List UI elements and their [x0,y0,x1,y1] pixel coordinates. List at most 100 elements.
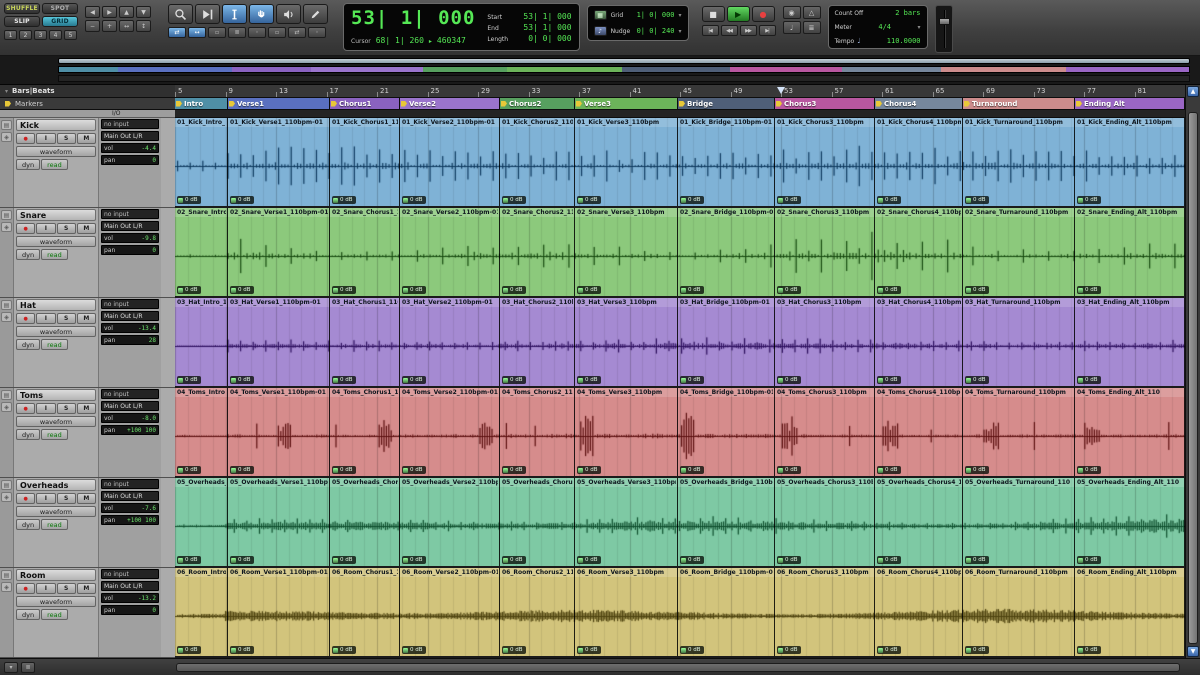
input-selector[interactable]: no input [101,389,159,399]
record-button[interactable]: ● [751,6,775,22]
audio-clip[interactable]: 06_Room_Verse1_110bpm-01 0 dB [228,568,330,656]
output-selector[interactable]: Main Out L/R [101,311,159,321]
playlist-icon[interactable]: ▤ [1,570,12,580]
audio-clip[interactable]: 06_Room_Chorus1_1100 dB [330,568,400,656]
pan-display[interactable]: pan +100 100 [101,515,159,525]
overview-segment-chorus1[interactable] [232,67,311,72]
volume-display[interactable]: vol -4.4 [101,143,159,153]
playlist-icon[interactable]: ▤ [1,480,12,490]
automation-mode-selector[interactable]: read [41,249,68,260]
grid-value[interactable]: 1| 0| 000 [637,11,675,19]
edit-option-button-1[interactable]: ⇄ [168,27,186,38]
audio-clip[interactable]: 03_Hat_Verse3_110bpm 0 dB [575,298,678,386]
edit-option-button-2[interactable]: ↔ [188,27,206,38]
clip-gain-badge[interactable]: 0 dB [502,556,526,564]
clip-gain-badge[interactable]: 0 dB [877,646,901,654]
clip-gain-badge[interactable]: 0 dB [965,466,989,474]
input-selector[interactable]: no input [101,479,159,489]
audio-clip[interactable]: 01_Kick_Verse2_110bpm-01 0 dB [400,118,500,206]
record-enable-button[interactable]: ● [16,223,36,234]
audio-clip[interactable]: 05_Overheads_Turnaround_110 0 dB [963,478,1075,566]
audio-clip[interactable]: 04_Toms_Chorus2_110 0 dB [500,388,575,476]
zoomer-tool-button[interactable] [168,4,193,24]
input-monitor-button[interactable]: I [36,313,56,324]
clip-gain-badge[interactable]: 0 dB [877,196,901,204]
vertical-scroll-thumb[interactable] [1188,112,1198,644]
input-monitor-button[interactable]: I [36,403,56,414]
clip-gain-badge[interactable]: 0 dB [502,196,526,204]
clip-gain-badge[interactable]: 0 dB [577,556,601,564]
overview-segment-chorus3[interactable] [730,67,843,72]
input-selector[interactable]: no input [101,299,159,309]
grid-dropdown-icon[interactable]: ▾ [679,12,682,19]
ruler-dropdown-icon[interactable]: ▾ [5,88,8,95]
playlist-icon[interactable]: ▤ [1,120,12,130]
dyn-selector[interactable]: dyn [16,429,41,440]
track-name-hat[interactable]: Hat [16,299,96,311]
bars-beats-ruler[interactable]: 5 9 13 17 21 25 29 33 37 41 45 49 53 57 61 65 69 73 77 81 [175,85,1185,98]
audio-clip[interactable]: 02_Snare_Bridge_110bpm-01 0 dB [678,208,775,296]
audio-clip[interactable]: 03_Hat_Intro_1 0 dB [175,298,228,386]
stop-button[interactable]: ■ [701,6,725,22]
mute-button[interactable]: M [76,313,96,324]
marker-intro[interactable]: Intro [175,98,228,109]
audio-clip[interactable]: 03_Hat_Ending_Alt_110bpm 0 dB [1075,298,1185,386]
elastic-audio-icon[interactable]: ◈ [1,402,12,412]
clip-gain-badge[interactable]: 0 dB [1077,556,1101,564]
solo-button[interactable]: S [56,223,76,234]
record-enable-button[interactable]: ● [16,403,36,414]
zoom-preset-4[interactable]: 4 [49,30,62,40]
audio-clip[interactable]: 06_Room_Ending_Alt_110bpm 0 dB [1075,568,1185,656]
elastic-audio-icon[interactable]: ◈ [1,132,12,142]
selection-end-value[interactable]: 53| 1| 000 [523,23,571,32]
clip-gain-badge[interactable]: 0 dB [1077,286,1101,294]
meter-dropdown-icon[interactable]: ▾ [918,24,921,31]
clip-gain-badge[interactable]: 0 dB [1077,646,1101,654]
audio-clip[interactable]: 06_Room_Chorus4_110bpm 0 dB [875,568,963,656]
solo-button[interactable]: S [56,583,76,594]
edit-option-button-7[interactable]: ⇄ [288,27,306,38]
playlist-icon[interactable]: ▤ [1,210,12,220]
zoom-down-button[interactable]: ▼ [136,6,151,18]
scroll-down-icon[interactable]: ▼ [1187,646,1199,657]
audio-clip[interactable]: 03_Hat_Chorus3_110bpm 0 dB [775,298,875,386]
overview-segment-bridge[interactable] [621,67,731,72]
nudge-value[interactable]: 0| 0| 240 [637,27,675,35]
dyn-selector[interactable]: dyn [16,159,41,170]
clip-gain-badge[interactable]: 0 dB [402,466,426,474]
bars-beats-label[interactable]: Bars|Beats [12,87,55,95]
elastic-audio-icon[interactable]: ◈ [1,492,12,502]
grabber-tool-button[interactable] [249,4,274,24]
marker-verse2[interactable]: Verse2 [400,98,500,109]
record-enable-button[interactable]: ● [16,133,36,144]
volume-display[interactable]: vol -13.4 [101,323,159,333]
main-location-counter[interactable]: 53| 1| 000 [351,7,475,29]
zoom-up-button[interactable]: ▲ [119,6,134,18]
audio-clip[interactable]: 02_Snare_Chorus2_110 0 dB [500,208,575,296]
input-selector[interactable]: no input [101,209,159,219]
clip-gain-badge[interactable]: 0 dB [577,466,601,474]
audio-clip[interactable]: 05_Overheads_Chorus10 dB [330,478,400,566]
solo-button[interactable]: S [56,493,76,504]
audio-clip[interactable]: 06_Room_Turnaround_110bpm 0 dB [963,568,1075,656]
audio-clip[interactable]: 04_Toms_Verse1_110bpm-01 0 dB [228,388,330,476]
output-selector[interactable]: Main Out L/R [101,221,159,231]
playlist-icon[interactable]: ▤ [1,300,12,310]
clip-gain-badge[interactable]: 0 dB [877,466,901,474]
zoom-vertical-button[interactable]: ↕ [136,20,151,32]
selector-tool-button[interactable] [222,4,247,24]
output-selector[interactable]: Main Out L/R [101,581,159,591]
elastic-audio-icon[interactable]: ◈ [1,312,12,322]
audio-clip[interactable]: 03_Hat_Bridge_110bpm-01 0 dB [678,298,775,386]
input-selector[interactable]: no input [101,569,159,579]
audio-clip[interactable]: 06_Room_Chorus3_110bpm 0 dB [775,568,875,656]
audio-clip[interactable]: 01_Kick_Chorus2_110 0 dB [500,118,575,206]
volume-display[interactable]: vol -9.8 [101,233,159,243]
audio-clip[interactable]: 05_Overheads_Bridge_110bpm 0 dB [678,478,775,566]
audio-clip[interactable]: 02_Snare_Verse2_110bpm-01 0 dB [400,208,500,296]
elastic-audio-icon[interactable]: ◈ [1,222,12,232]
audio-clip[interactable]: 02_Snare_Verse3_110bpm 0 dB [575,208,678,296]
record-enable-button[interactable]: ● [16,493,36,504]
timeline-cursor[interactable] [777,87,785,97]
tempo-value[interactable]: 110.0000 [887,37,921,45]
